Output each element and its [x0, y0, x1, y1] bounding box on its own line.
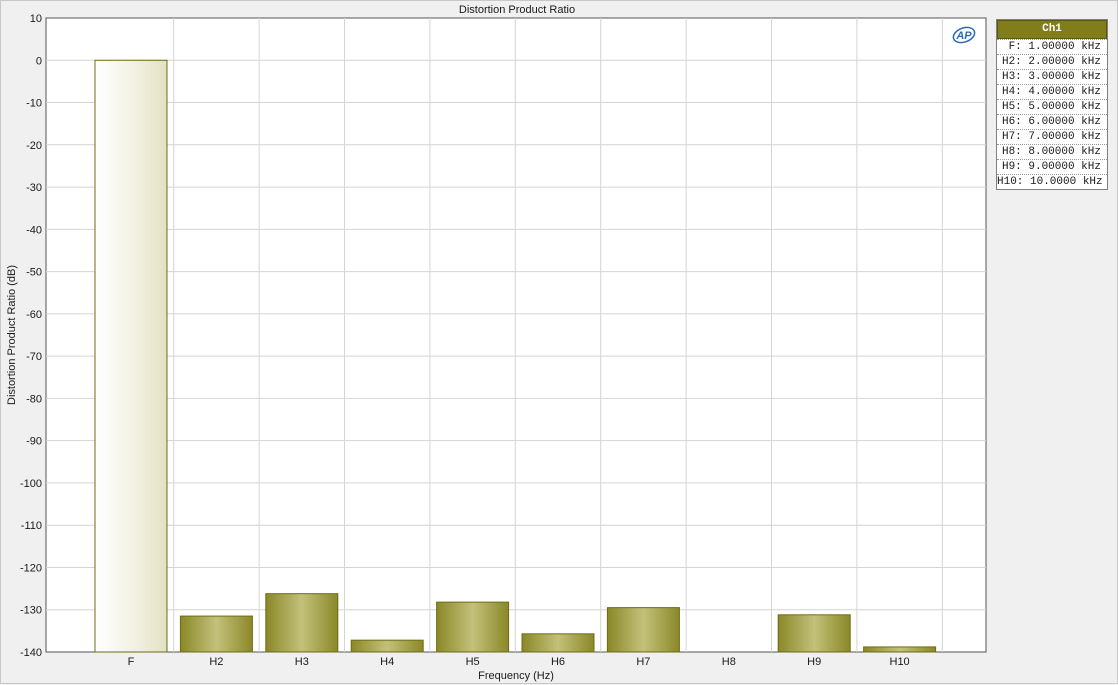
x-tick-label: H8: [722, 656, 736, 668]
bar-f: [94, 59, 168, 653]
ap-logo-icon: AP: [952, 26, 976, 44]
legend-item: H8: 8.00000 kHz: [997, 144, 1107, 159]
legend: Ch1 F: 1.00000 kHz H2: 2.00000 kHz H3: 3…: [996, 19, 1108, 190]
y-axis-ticks: 10 0 -10 -20 -30 -40 -50 -60 -70 -80 -90 -100 -110 -1…: [20, 13, 42, 659]
legend-item: F: 1.00000 kHz: [997, 39, 1107, 54]
bar-h10: [863, 646, 937, 653]
legend-item: H9: 9.00000 kHz: [997, 159, 1107, 174]
legend-item: H6: 6.00000 kHz: [997, 114, 1107, 129]
legend-item: H10: 10.0000 kHz: [997, 174, 1107, 189]
y-tick-label: -110: [21, 520, 42, 532]
y-tick-label: -80: [26, 393, 42, 405]
y-tick-label: -10: [26, 98, 42, 110]
x-tick-label: H7: [636, 656, 650, 668]
chart: Distortion Product Ratio 10 0 -10 -20 -30 -40…: [6, 4, 987, 682]
x-tick-label: H5: [466, 656, 480, 668]
y-tick-label: 0: [36, 55, 42, 67]
y-tick-label: -140: [20, 647, 42, 659]
legend-item: H2: 2.00000 kHz: [997, 54, 1107, 69]
x-tick-label: H2: [209, 656, 223, 668]
chart-title: Distortion Product Ratio: [459, 4, 575, 16]
y-tick-label: -60: [26, 309, 42, 321]
y-tick-label: -40: [26, 224, 42, 236]
x-tick-label: H6: [551, 656, 565, 668]
bar-h7: [606, 607, 680, 653]
legend-item: H7: 7.00000 kHz: [997, 129, 1107, 144]
legend-item: H4: 4.00000 kHz: [997, 84, 1107, 99]
y-tick-label: -120: [20, 562, 42, 574]
x-tick-label: H3: [295, 656, 309, 668]
y-tick-label: -20: [26, 140, 42, 152]
legend-item: H5: 5.00000 kHz: [997, 99, 1107, 114]
bar-h6: [521, 633, 595, 653]
x-axis-title: Frequency (Hz): [478, 670, 554, 682]
x-tick-label: F: [128, 656, 135, 668]
plot-area: [45, 17, 987, 653]
x-axis-ticks: F H2 H3 H4 H5 H6 H7 H8 H9 H10: [128, 656, 910, 668]
y-tick-label: -30: [26, 182, 42, 194]
y-tick-label: -90: [26, 436, 42, 448]
x-tick-label: H9: [807, 656, 821, 668]
y-tick-label: 10: [30, 13, 42, 25]
legend-header: Ch1: [997, 20, 1107, 39]
legend-item: H3: 3.00000 kHz: [997, 69, 1107, 84]
bar-h9: [777, 614, 851, 653]
bar-h5: [436, 601, 510, 653]
bar-h3: [265, 593, 339, 653]
bar-h4: [350, 639, 424, 653]
x-tick-label: H10: [890, 656, 910, 668]
x-tick-label: H4: [380, 656, 394, 668]
bar-h2: [179, 615, 253, 653]
y-axis-title: Distortion Product Ratio (dB): [6, 265, 18, 405]
y-tick-label: -70: [26, 351, 42, 363]
y-tick-label: -130: [20, 605, 42, 617]
y-tick-label: -50: [26, 267, 42, 279]
y-tick-label: -100: [20, 478, 42, 490]
ap-logo-text: AP: [955, 30, 972, 42]
